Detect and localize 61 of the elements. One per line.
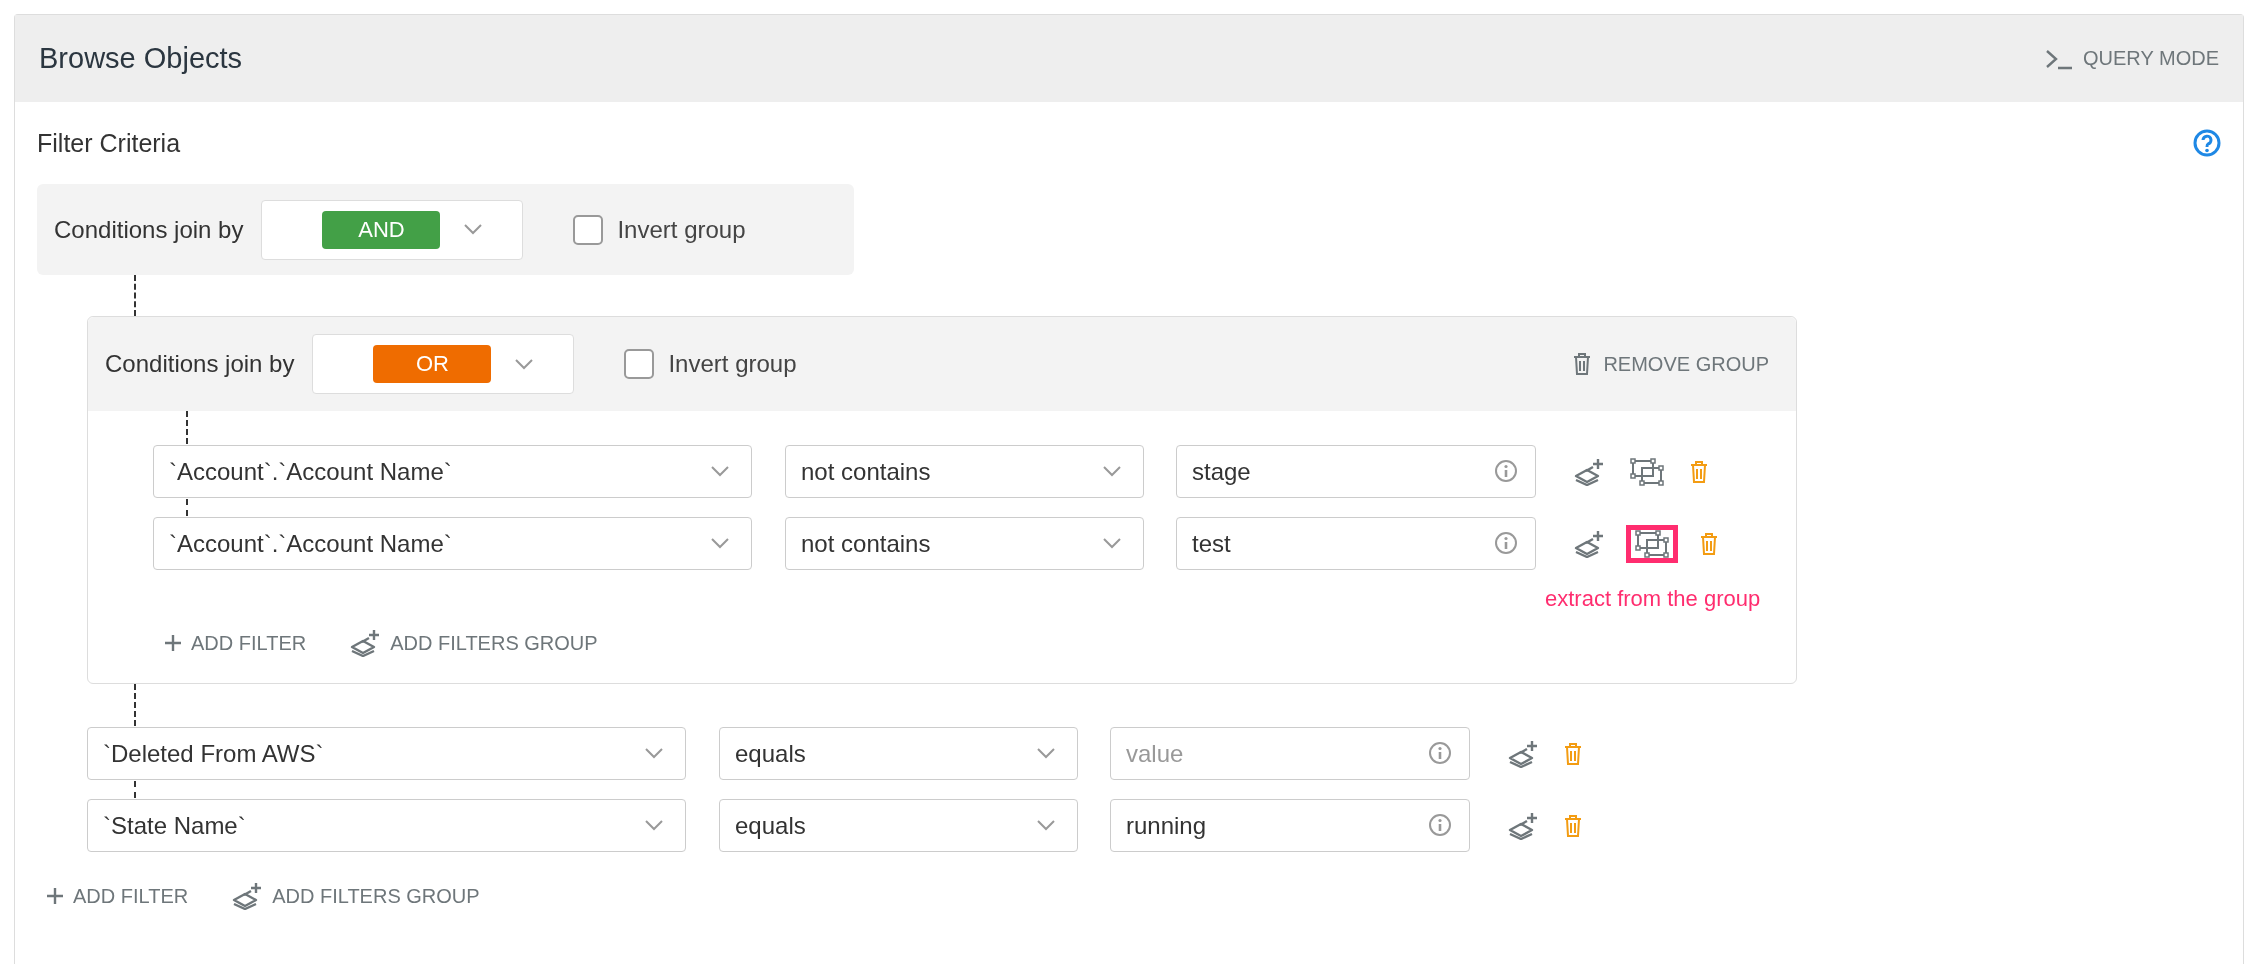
section-label: Filter Criteria xyxy=(37,128,181,158)
layers-plus-icon xyxy=(1508,739,1538,768)
checkbox[interactable] xyxy=(624,349,655,379)
info-icon xyxy=(1428,741,1452,765)
extract-icon xyxy=(1630,457,1664,486)
chevron-down-icon xyxy=(711,538,729,549)
field-select[interactable]: `Deleted From AWS` xyxy=(87,727,686,780)
chevron-down-icon xyxy=(515,358,534,370)
chevron-down-icon xyxy=(1037,820,1055,831)
chevron-down-icon xyxy=(1037,748,1055,759)
plus-icon xyxy=(165,635,181,651)
checkbox[interactable] xyxy=(573,214,604,245)
join-label: Conditions join by xyxy=(105,350,295,378)
chevron-down-icon xyxy=(645,820,663,831)
query-mode-button[interactable]: QUERY MODE xyxy=(2045,47,2219,70)
checkbox-label: Invert group xyxy=(617,215,746,244)
add-filters-group-button[interactable]: ADD FILTERS GROUP xyxy=(232,882,480,910)
layers-plus-icon xyxy=(1508,811,1538,840)
trash-icon xyxy=(1564,741,1582,766)
join-label: Conditions join by xyxy=(54,215,244,244)
trash-icon xyxy=(1700,531,1718,556)
info-icon xyxy=(1428,813,1452,837)
operator-select[interactable]: equals xyxy=(719,727,1078,780)
layers-plus-icon xyxy=(1574,529,1604,558)
value-field[interactable]: test xyxy=(1176,517,1536,570)
layers-plus-icon xyxy=(350,629,381,657)
operator-select[interactable]: equals xyxy=(719,799,1078,852)
layers-plus-icon xyxy=(1574,457,1604,486)
info-icon xyxy=(1494,459,1518,483)
info-icon xyxy=(1494,531,1518,555)
add-filter-button[interactable]: ADD FILTER xyxy=(165,631,307,655)
terminal-icon xyxy=(2045,47,2074,70)
field-select[interactable]: `Account`.`Account Name` xyxy=(153,445,752,498)
checkbox-label: Invert group xyxy=(668,350,797,378)
chevron-down-icon xyxy=(1103,466,1121,477)
trash-icon xyxy=(1573,352,1592,376)
trash-icon xyxy=(1564,813,1582,838)
join-badge: AND xyxy=(322,210,441,249)
chevron-down-icon xyxy=(1103,538,1121,549)
chevron-down-icon xyxy=(464,224,483,235)
extract-icon xyxy=(1635,529,1669,558)
operator-select[interactable]: not contains xyxy=(785,517,1144,570)
help-icon[interactable] xyxy=(2193,129,2221,157)
join-badge: OR xyxy=(373,345,492,383)
highlight-frame[interactable] xyxy=(1626,524,1678,563)
chevron-down-icon xyxy=(711,466,729,477)
operator-select[interactable]: not contains xyxy=(785,445,1144,498)
annotation-text: extract from the group xyxy=(1545,586,1761,612)
panel-title: Browse Objects xyxy=(39,42,243,75)
chevron-down-icon xyxy=(645,748,663,759)
add-filters-group-button[interactable]: ADD FILTERS GROUP xyxy=(350,629,598,657)
plus-icon xyxy=(47,888,63,904)
value-field[interactable]: value xyxy=(1110,727,1470,780)
trash-icon xyxy=(1690,459,1708,484)
remove-group-button[interactable]: REMOVE GROUP xyxy=(1573,352,1779,376)
value-field[interactable]: running xyxy=(1110,799,1470,852)
field-select[interactable]: `Account`.`Account Name` xyxy=(153,517,752,570)
layers-plus-icon xyxy=(232,882,263,910)
add-filter-button[interactable]: ADD FILTER xyxy=(47,884,189,908)
field-select[interactable]: `State Name` xyxy=(87,799,686,852)
value-field[interactable]: stage xyxy=(1176,445,1536,498)
